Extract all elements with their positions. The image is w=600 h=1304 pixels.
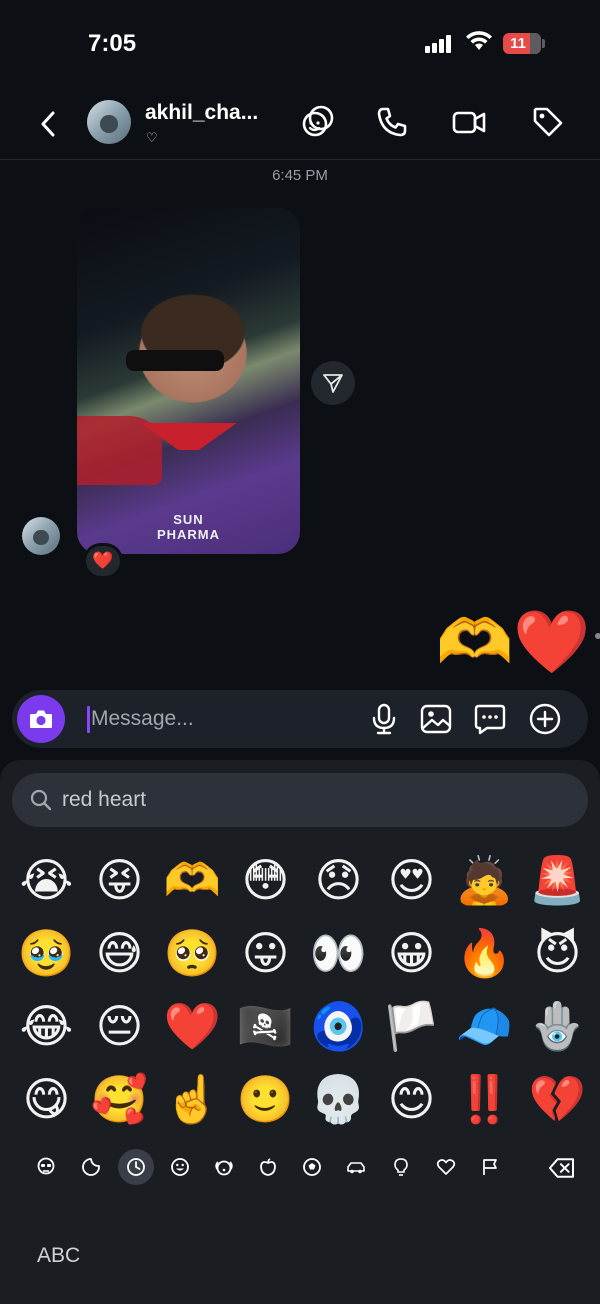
camera-button[interactable] (17, 695, 65, 743)
category-smileys-icon[interactable] (162, 1149, 198, 1185)
sticker-chat-icon[interactable] (473, 702, 507, 736)
microphone-icon[interactable] (367, 702, 401, 736)
emoji-key[interactable]: 😛 (229, 917, 302, 990)
emoji-keyboard: red heart 😭 😝 🫶 😳 😞 😍 🙇 🚨 🥹 😅 🥺 😛 👀 😀 🔥 … (0, 760, 600, 1304)
category-animals-icon[interactable] (206, 1149, 242, 1185)
emoji-key[interactable]: 😊 (375, 1063, 448, 1136)
phone-icon[interactable] (374, 104, 410, 140)
category-activity-icon[interactable] (294, 1149, 330, 1185)
status-time: 7:05 (88, 30, 137, 57)
sent-emoji[interactable]: 🫶 (436, 603, 513, 683)
emoji-key[interactable]: 🏳️ (375, 990, 448, 1063)
photo-message[interactable]: SUN PHARMA (77, 208, 300, 554)
emoji-key[interactable]: 🏴‍☠️ (229, 990, 302, 1063)
camera-icon (30, 710, 52, 728)
emoji-grid: 😭 😝 🫶 😳 😞 😍 🙇 🚨 🥹 😅 🥺 😛 👀 😀 🔥 😈 😂 😔 ❤️ 🏴… (10, 844, 596, 1136)
emoji-key[interactable]: 💔 (521, 1063, 594, 1136)
emoji-key[interactable]: 😍 (375, 844, 448, 917)
emoji-key[interactable]: 🧢 (448, 990, 521, 1063)
category-travel-icon[interactable] (338, 1149, 374, 1185)
emoji-key[interactable]: 😅 (83, 917, 156, 990)
emoji-key[interactable]: 😂 (10, 990, 83, 1063)
message-reaction[interactable]: ❤️ (83, 543, 123, 579)
status-bar: 7:05 11 (0, 0, 600, 88)
emoji-category-bar (0, 1142, 600, 1192)
emoji-row: 😂 😔 ❤️ 🏴‍☠️ 🧿 🏳️ 🧢 🪬 (10, 990, 596, 1063)
battery-level: 11 (510, 35, 526, 52)
emoji-key[interactable]: 😭 (10, 844, 83, 917)
category-sticker-icon[interactable] (73, 1149, 109, 1185)
photo-jersey-text: SUN PHARMA (156, 512, 221, 543)
abc-keyboard-switch[interactable]: ABC (37, 1244, 80, 1268)
emoji-key[interactable]: 😀 (375, 917, 448, 990)
back-icon[interactable] (36, 108, 60, 140)
emoji-row: 😭 😝 🫶 😳 😞 😍 🙇 🚨 (10, 844, 596, 917)
backspace-icon[interactable] (542, 1149, 582, 1185)
emoji-key[interactable]: 😳 (229, 844, 302, 917)
share-button[interactable] (311, 361, 355, 405)
emoji-key[interactable]: 💀 (302, 1063, 375, 1136)
note-heart-icon: ♡ (146, 130, 158, 145)
avatar[interactable] (87, 100, 131, 144)
emoji-key[interactable]: 🙂 (229, 1063, 302, 1136)
emoji-key[interactable]: 😞 (302, 844, 375, 917)
text-cursor (87, 706, 90, 733)
emoji-key[interactable]: 🔥 (448, 917, 521, 990)
emoji-key[interactable]: 🧿 (302, 990, 375, 1063)
emoji-key[interactable]: ☝️ (156, 1063, 229, 1136)
emoji-key[interactable]: 😝 (83, 844, 156, 917)
emoji-key[interactable]: ‼️ (448, 1063, 521, 1136)
emoji-key[interactable]: 🪬 (521, 990, 594, 1063)
tag-icon[interactable] (530, 104, 566, 140)
emoji-key[interactable]: 😋 (10, 1063, 83, 1136)
chat-header: akhil_cha... ♡ (0, 88, 600, 160)
read-indicator (595, 633, 600, 639)
message-input[interactable]: Message... (91, 702, 351, 736)
category-flags-icon[interactable] (472, 1149, 508, 1185)
emoji-key[interactable]: 🥺 (156, 917, 229, 990)
emoji-search-input[interactable]: red heart (12, 773, 588, 827)
category-food-icon[interactable] (250, 1149, 286, 1185)
emoji-key[interactable]: 👀 (302, 917, 375, 990)
emoji-key[interactable]: 🫶 (156, 844, 229, 917)
username[interactable]: akhil_cha... (145, 101, 258, 125)
sent-emoji[interactable]: ❤️ (513, 603, 590, 683)
emoji-search-value: red heart (62, 788, 147, 811)
wifi-icon (466, 31, 492, 50)
emoji-key[interactable]: 🥹 (10, 917, 83, 990)
emoji-key[interactable]: 😔 (83, 990, 156, 1063)
emoji-key[interactable]: ❤️ (156, 990, 229, 1063)
message-composer: Message... (12, 690, 588, 748)
emoji-row: 🥹 😅 🥺 😛 👀 😀 🔥 😈 (10, 917, 596, 990)
video-call-icon[interactable] (451, 104, 487, 140)
message-timestamp: 6:45 PM (272, 167, 328, 184)
emoji-key[interactable]: 😈 (521, 917, 594, 990)
emoji-key[interactable]: 🙇 (448, 844, 521, 917)
sticker-effects-icon[interactable] (300, 104, 336, 140)
send-icon (323, 374, 343, 393)
category-avatar-icon[interactable] (28, 1149, 64, 1185)
battery-icon: 11 (503, 33, 541, 54)
emoji-key[interactable]: 🥰 (83, 1063, 156, 1136)
gallery-icon[interactable] (419, 702, 453, 736)
emoji-key[interactable]: 🚨 (521, 844, 594, 917)
category-recent-icon[interactable] (118, 1149, 154, 1185)
search-icon (30, 789, 52, 811)
sender-avatar[interactable] (22, 517, 60, 555)
category-objects-icon[interactable] (383, 1149, 419, 1185)
category-symbols-icon[interactable] (428, 1149, 464, 1185)
add-icon[interactable] (528, 702, 562, 736)
emoji-row: 😋 🥰 ☝️ 🙂 💀 😊 ‼️ 💔 (10, 1063, 596, 1136)
signal-icon (425, 35, 453, 53)
